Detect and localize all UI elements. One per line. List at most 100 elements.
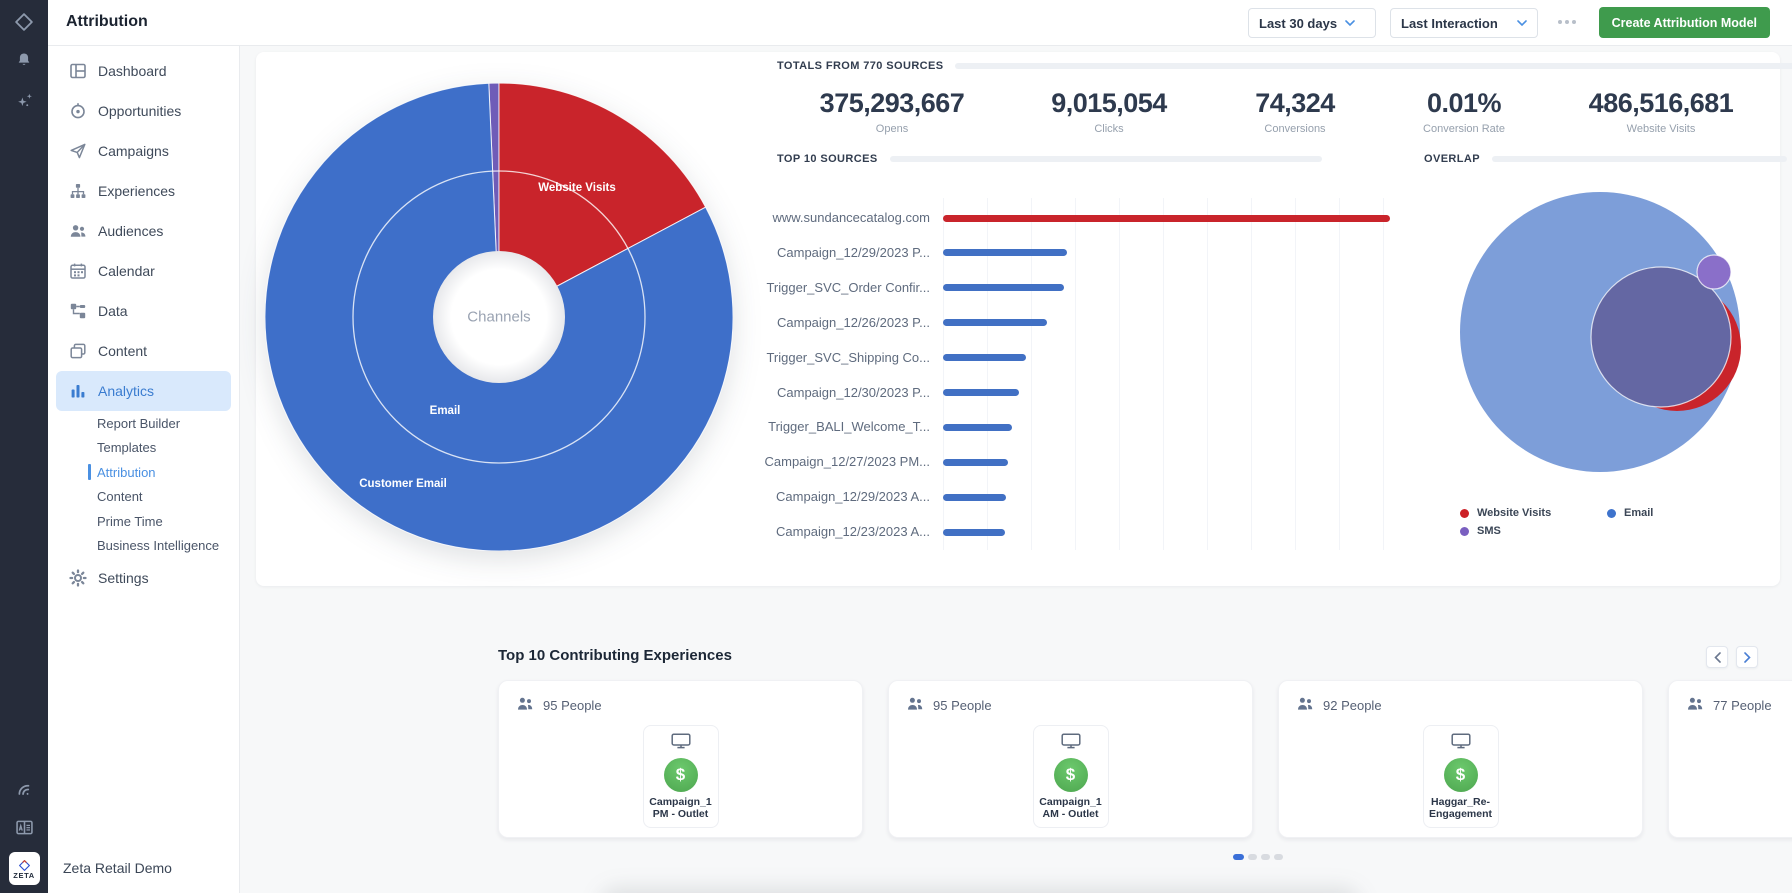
dashboard-icon	[69, 62, 87, 80]
sidebar-item-calendar[interactable]: Calendar	[56, 251, 231, 291]
legend-item-website-visits: Website Visits	[1460, 507, 1551, 519]
overlap-header-rule	[1492, 156, 1787, 162]
workspace-label[interactable]: Zeta Retail Demo	[63, 860, 172, 876]
opportunities-target-icon	[69, 102, 87, 120]
carousel-next-button[interactable]	[1736, 646, 1758, 668]
sunburst-label-email: Email	[430, 405, 461, 417]
zeta-logo[interactable]: ZETA	[9, 852, 40, 885]
gear-icon	[69, 569, 87, 587]
chevron-down-icon	[1517, 20, 1527, 27]
source-label[interactable]: Campaign_12/23/2023 A...	[670, 524, 930, 539]
legend-item-sms: SMS	[1460, 525, 1501, 537]
sidebar-subitem-label: Business Intelligence	[97, 538, 219, 553]
sidebar-item-dashboard[interactable]: Dashboard	[56, 51, 231, 91]
sidebar-item-label: Campaigns	[98, 143, 169, 159]
source-label[interactable]: Trigger_SVC_Order Confir...	[670, 280, 930, 295]
signal-icon[interactable]	[12, 778, 36, 802]
rail-bottom-icons: ZETA	[0, 778, 48, 885]
bottom-overlay-shadow	[600, 888, 1360, 893]
sidebar-item-content[interactable]: Content	[56, 331, 231, 371]
sidebar-item-data[interactable]: Data	[56, 291, 231, 331]
glossary-book-icon[interactable]	[12, 815, 36, 839]
sidebar-subitem-business-intelligence[interactable]: Business Intelligence	[48, 534, 239, 559]
experience-node[interactable]: $ Campaign_1 AM - Outlet	[1033, 725, 1109, 828]
experience-card-4[interactable]: 77 People $ Campaign_1 PM - Outlet	[1668, 680, 1792, 838]
calendar-icon	[69, 262, 87, 280]
experience-card-2[interactable]: 95 People $ Campaign_1 AM - Outlet	[888, 680, 1253, 838]
sidebar-item-label: Experiences	[98, 183, 175, 199]
source-label[interactable]: Campaign_12/26/2023 P...	[670, 315, 930, 330]
stat-label: Opens	[820, 123, 965, 135]
people-icon	[69, 222, 87, 240]
sidebar-item-label: Opportunities	[98, 103, 181, 119]
source-bar	[943, 494, 1006, 501]
pagination-dot-3[interactable]	[1261, 854, 1270, 860]
attribution-model-select[interactable]: Last Interaction	[1390, 8, 1538, 38]
sidebar-subitem-prime-time[interactable]: Prime Time	[48, 509, 239, 534]
people-count: 77 People	[1713, 698, 1772, 713]
pagination-dot-1[interactable]	[1233, 854, 1244, 860]
source-label[interactable]: Campaign_12/29/2023 A...	[670, 489, 930, 504]
sidebar-item-label: Settings	[98, 570, 149, 586]
experience-card-1[interactable]: 95 People $ Campaign_1 PM - Outlet	[498, 680, 863, 838]
sidebar-subitem-content[interactable]: Content	[48, 485, 239, 510]
totals-header-rule	[955, 63, 1792, 69]
sidebar-item-audiences[interactable]: Audiences	[56, 211, 231, 251]
experience-card-3[interactable]: 92 People $ Haggar_Re- Engagement	[1278, 680, 1643, 838]
pagination-dot-2[interactable]	[1248, 854, 1257, 860]
experience-cards: 95 People $ Campaign_1 PM - Outlet 95 Pe…	[498, 680, 1792, 838]
sidebar-subitem-templates[interactable]: Templates	[48, 436, 239, 461]
top-bar: Attribution Last 30 days Last Interactio…	[48, 0, 1792, 46]
source-bar	[943, 319, 1047, 326]
sidebar-item-label: Content	[98, 343, 147, 359]
chevron-right-icon	[1744, 652, 1751, 663]
notifications-bell-icon[interactable]	[12, 49, 36, 73]
sidebar-item-label: Calendar	[98, 263, 155, 279]
stat-opens: 375,293,667Opens	[820, 88, 965, 135]
stat-label: Clicks	[1051, 123, 1167, 135]
source-label[interactable]: Trigger_BALI_Welcome_T...	[670, 419, 930, 434]
experience-name: Campaign_1 AM - Outlet	[1039, 796, 1101, 820]
stat-label: Conversions	[1255, 123, 1335, 135]
sidebar-items: Dashboard Opportunities Campaigns Experienc…	[48, 51, 239, 598]
sidebar-item-experiences[interactable]: Experiences	[56, 171, 231, 211]
overlap-set-sms	[1697, 255, 1731, 289]
sidebar-subitem-attribution[interactable]: Attribution	[48, 460, 239, 485]
source-bar	[943, 354, 1026, 361]
experience-node[interactable]: $ Campaign_1 PM - Outlet	[643, 725, 719, 828]
chevron-down-icon	[1345, 20, 1355, 27]
conversion-dollar-icon: $	[1444, 758, 1478, 792]
icon-rail: ZETA	[0, 0, 48, 893]
people-count: 95 People	[933, 698, 992, 713]
source-label[interactable]: Trigger_SVC_Shipping Co...	[670, 350, 930, 365]
source-label[interactable]: Campaign_12/27/2023 PM...	[670, 454, 930, 469]
pagination-dot-4[interactable]	[1274, 854, 1283, 860]
sunburst-center-label: Channels	[467, 309, 530, 326]
source-label[interactable]: www.sundancecatalog.com	[670, 210, 930, 225]
sparkles-icon[interactable]	[12, 88, 36, 112]
source-label[interactable]: Campaign_12/29/2023 P...	[670, 245, 930, 260]
experience-node[interactable]: $ Haggar_Re- Engagement	[1423, 725, 1499, 828]
sidebar-item-settings[interactable]: Settings	[56, 558, 231, 598]
sidebar-item-analytics[interactable]: Analytics	[56, 371, 231, 411]
sidebar-subitem-label: Content	[97, 489, 143, 504]
sidebar-item-label: Dashboard	[98, 63, 167, 79]
sidebar-item-campaigns[interactable]: Campaigns	[56, 131, 231, 171]
stat-label: Conversion Rate	[1423, 123, 1505, 135]
stat-conversion-rate: 0.01%Conversion Rate	[1423, 88, 1505, 135]
zeta-mark-icon[interactable]	[12, 10, 36, 34]
sidebar-subitem-report-builder[interactable]: Report Builder	[48, 411, 239, 436]
experience-name: Campaign_1 PM - Outlet	[649, 796, 711, 820]
source-label[interactable]: Campaign_12/30/2023 P...	[670, 385, 930, 400]
pages-icon	[69, 342, 87, 360]
sunburst-label-website-visits: Website Visits	[538, 182, 616, 194]
date-range-select[interactable]: Last 30 days	[1248, 8, 1376, 38]
sidebar-item-opportunities[interactable]: Opportunities	[56, 91, 231, 131]
more-options-icon[interactable]	[1558, 20, 1576, 24]
stat-value: 486,516,681	[1589, 88, 1734, 119]
page-title: Attribution	[66, 13, 148, 31]
sunburst-label-customer-email: Customer Email	[359, 478, 447, 490]
create-attribution-model-button[interactable]: Create Attribution Model	[1599, 7, 1770, 38]
source-bar	[943, 529, 1005, 536]
carousel-prev-button[interactable]	[1706, 646, 1728, 668]
